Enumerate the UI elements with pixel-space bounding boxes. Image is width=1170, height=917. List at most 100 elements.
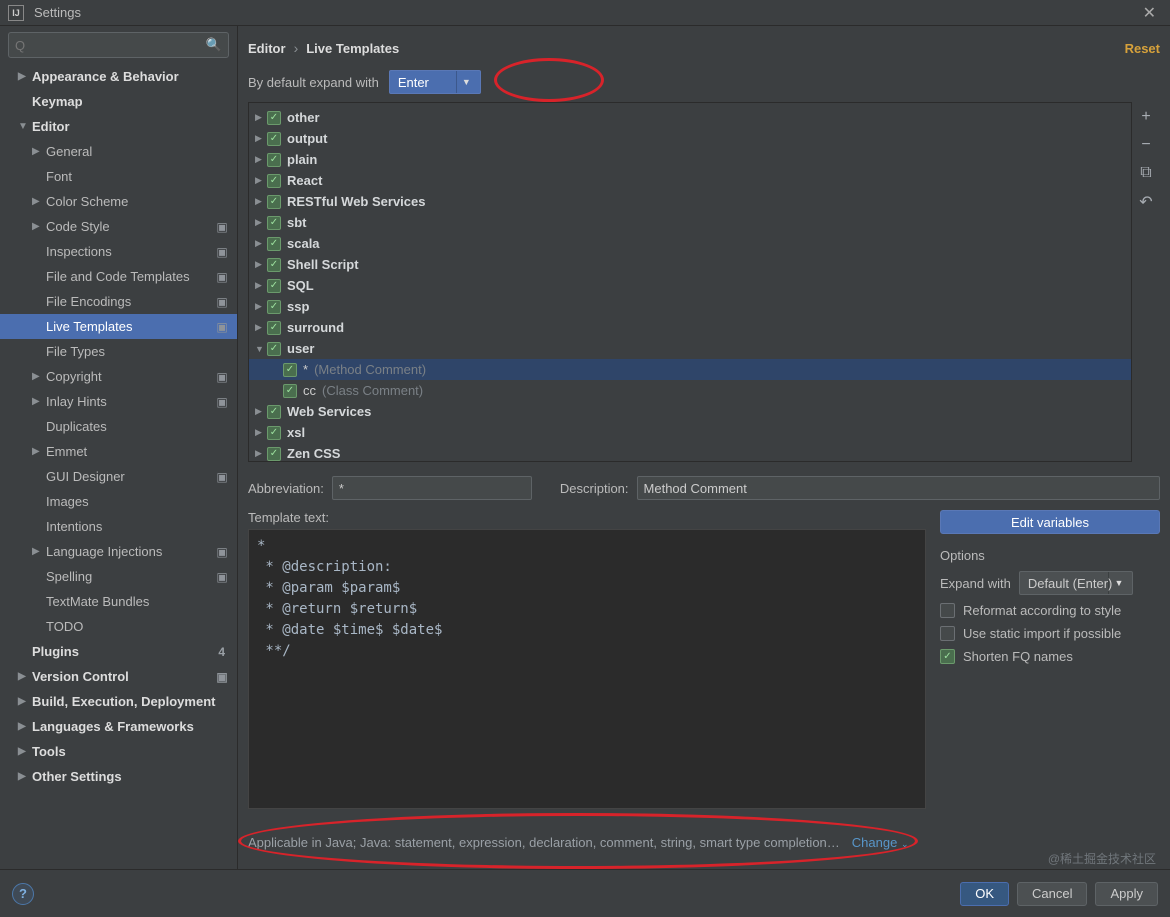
sidebar-item-editor[interactable]: ▼Editor bbox=[0, 114, 237, 139]
sidebar-item-intentions[interactable]: Intentions bbox=[0, 514, 237, 539]
sidebar-item-other-settings[interactable]: ▶Other Settings bbox=[0, 764, 237, 789]
static-import-option[interactable]: Use static import if possible bbox=[940, 626, 1160, 641]
checkbox-checked-icon[interactable]: ✓ bbox=[267, 237, 281, 251]
template-group-react[interactable]: ▶✓React bbox=[249, 170, 1131, 191]
template-item[interactable]: ✓cc(Class Comment) bbox=[249, 380, 1131, 401]
close-icon[interactable]: ✕ bbox=[1137, 3, 1162, 23]
sidebar-item-plugins[interactable]: Plugins4 bbox=[0, 639, 237, 664]
template-group-plain[interactable]: ▶✓plain bbox=[249, 149, 1131, 170]
template-group-surround[interactable]: ▶✓surround bbox=[249, 317, 1131, 338]
template-groups-tree[interactable]: ▶✓other▶✓output▶✓plain▶✓React▶✓RESTful W… bbox=[248, 102, 1132, 462]
change-link[interactable]: Change ⌄ bbox=[852, 835, 909, 850]
checkbox-checked-icon[interactable]: ✓ bbox=[267, 258, 281, 272]
sidebar-item-label: Inspections bbox=[46, 244, 112, 259]
template-text-label: Template text: bbox=[248, 510, 926, 525]
chevron-right-icon: ▶ bbox=[255, 322, 267, 333]
expand-with-select[interactable]: Default (Enter) ▼ bbox=[1019, 571, 1134, 595]
help-button[interactable]: ? bbox=[12, 883, 34, 905]
reset-link[interactable]: Reset bbox=[1125, 41, 1160, 56]
sidebar-item-build-execution-deployment[interactable]: ▶Build, Execution, Deployment bbox=[0, 689, 237, 714]
checkbox-unchecked-icon[interactable] bbox=[940, 626, 955, 641]
sidebar-item-images[interactable]: Images bbox=[0, 489, 237, 514]
sidebar-item-spelling[interactable]: Spelling bbox=[0, 564, 237, 589]
abbreviation-row: Abbreviation: Description: bbox=[248, 476, 1160, 500]
shorten-option[interactable]: ✓ Shorten FQ names bbox=[940, 649, 1160, 664]
template-group-output[interactable]: ▶✓output bbox=[249, 128, 1131, 149]
template-group-web-services[interactable]: ▶✓Web Services bbox=[249, 401, 1131, 422]
undo-icon[interactable]: ↶ bbox=[1139, 192, 1152, 212]
sidebar-item-inspections[interactable]: Inspections bbox=[0, 239, 237, 264]
sidebar-item-textmate-bundles[interactable]: TextMate Bundles bbox=[0, 589, 237, 614]
checkbox-checked-icon[interactable]: ✓ bbox=[940, 649, 955, 664]
template-group-xsl[interactable]: ▶✓xsl bbox=[249, 422, 1131, 443]
sidebar-item-inlay-hints[interactable]: ▶Inlay Hints bbox=[0, 389, 237, 414]
checkbox-checked-icon[interactable]: ✓ bbox=[267, 216, 281, 230]
sidebar-item-file-encodings[interactable]: File Encodings bbox=[0, 289, 237, 314]
checkbox-checked-icon[interactable]: ✓ bbox=[267, 321, 281, 335]
template-group-sbt[interactable]: ▶✓sbt bbox=[249, 212, 1131, 233]
add-icon[interactable]: + bbox=[1141, 108, 1150, 126]
checkbox-checked-icon[interactable]: ✓ bbox=[267, 111, 281, 125]
sidebar-item-live-templates[interactable]: Live Templates bbox=[0, 314, 237, 339]
copy-icon[interactable]: ⧉ bbox=[1140, 164, 1151, 182]
sidebar-item-code-style[interactable]: ▶Code Style bbox=[0, 214, 237, 239]
template-group-other[interactable]: ▶✓other bbox=[249, 107, 1131, 128]
sidebar-item-version-control[interactable]: ▶Version Control bbox=[0, 664, 237, 689]
checkbox-checked-icon[interactable]: ✓ bbox=[267, 153, 281, 167]
template-group-restful-web-services[interactable]: ▶✓RESTful Web Services bbox=[249, 191, 1131, 212]
cancel-button[interactable]: Cancel bbox=[1017, 882, 1087, 906]
sidebar-item-duplicates[interactable]: Duplicates bbox=[0, 414, 237, 439]
template-group-shell-script[interactable]: ▶✓Shell Script bbox=[249, 254, 1131, 275]
apply-button[interactable]: Apply bbox=[1095, 882, 1158, 906]
settings-tree[interactable]: ▶Appearance & BehaviorKeymap▼Editor▶Gene… bbox=[0, 64, 237, 869]
default-expand-select[interactable]: Enter ▼ bbox=[389, 70, 481, 94]
template-group-scala[interactable]: ▶✓scala bbox=[249, 233, 1131, 254]
dialog-button-bar: ? OK Cancel Apply bbox=[0, 869, 1170, 917]
checkbox-checked-icon[interactable]: ✓ bbox=[283, 384, 297, 398]
reformat-option[interactable]: Reformat according to style bbox=[940, 603, 1160, 618]
sidebar-item-tools[interactable]: ▶Tools bbox=[0, 739, 237, 764]
sidebar-item-file-types[interactable]: File Types bbox=[0, 339, 237, 364]
checkbox-checked-icon[interactable]: ✓ bbox=[267, 342, 281, 356]
sidebar-item-language-injections[interactable]: ▶Language Injections bbox=[0, 539, 237, 564]
sidebar-item-copyright[interactable]: ▶Copyright bbox=[0, 364, 237, 389]
template-abbr: * bbox=[303, 362, 308, 377]
sidebar-item-color-scheme[interactable]: ▶Color Scheme bbox=[0, 189, 237, 214]
template-group-ssp[interactable]: ▶✓ssp bbox=[249, 296, 1131, 317]
template-text-area[interactable] bbox=[248, 529, 926, 809]
sidebar-item-emmet[interactable]: ▶Emmet bbox=[0, 439, 237, 464]
sidebar-item-keymap[interactable]: Keymap bbox=[0, 89, 237, 114]
default-expand-value: Enter bbox=[398, 75, 429, 90]
sidebar-item-appearance-behavior[interactable]: ▶Appearance & Behavior bbox=[0, 64, 237, 89]
sidebar-item-font[interactable]: Font bbox=[0, 164, 237, 189]
checkbox-checked-icon[interactable]: ✓ bbox=[267, 300, 281, 314]
sidebar-item-gui-designer[interactable]: GUI Designer bbox=[0, 464, 237, 489]
checkbox-checked-icon[interactable]: ✓ bbox=[267, 195, 281, 209]
sidebar-item-general[interactable]: ▶General bbox=[0, 139, 237, 164]
description-field[interactable] bbox=[637, 476, 1160, 500]
sidebar-item-todo[interactable]: TODO bbox=[0, 614, 237, 639]
sidebar-item-file-and-code-templates[interactable]: File and Code Templates bbox=[0, 264, 237, 289]
chevron-right-icon: ▶ bbox=[255, 238, 267, 249]
crumb-editor[interactable]: Editor bbox=[248, 41, 286, 56]
checkbox-checked-icon[interactable]: ✓ bbox=[267, 405, 281, 419]
sidebar-item-languages-frameworks[interactable]: ▶Languages & Frameworks bbox=[0, 714, 237, 739]
search-field[interactable] bbox=[15, 38, 206, 53]
template-group-label: output bbox=[287, 131, 327, 146]
checkbox-checked-icon[interactable]: ✓ bbox=[267, 447, 281, 461]
checkbox-checked-icon[interactable]: ✓ bbox=[267, 132, 281, 146]
template-group-sql[interactable]: ▶✓SQL bbox=[249, 275, 1131, 296]
template-group-zen-css[interactable]: ▶✓Zen CSS bbox=[249, 443, 1131, 462]
search-input[interactable]: 🔍 bbox=[8, 32, 229, 58]
checkbox-checked-icon[interactable]: ✓ bbox=[267, 426, 281, 440]
remove-icon[interactable]: − bbox=[1141, 136, 1150, 154]
checkbox-unchecked-icon[interactable] bbox=[940, 603, 955, 618]
ok-button[interactable]: OK bbox=[960, 882, 1009, 906]
checkbox-checked-icon[interactable]: ✓ bbox=[267, 174, 281, 188]
checkbox-checked-icon[interactable]: ✓ bbox=[283, 363, 297, 377]
checkbox-checked-icon[interactable]: ✓ bbox=[267, 279, 281, 293]
template-item[interactable]: ✓*(Method Comment) bbox=[249, 359, 1131, 380]
template-group-user[interactable]: ▼✓user bbox=[249, 338, 1131, 359]
abbreviation-field[interactable] bbox=[332, 476, 532, 500]
edit-variables-button[interactable]: Edit variables bbox=[940, 510, 1160, 534]
